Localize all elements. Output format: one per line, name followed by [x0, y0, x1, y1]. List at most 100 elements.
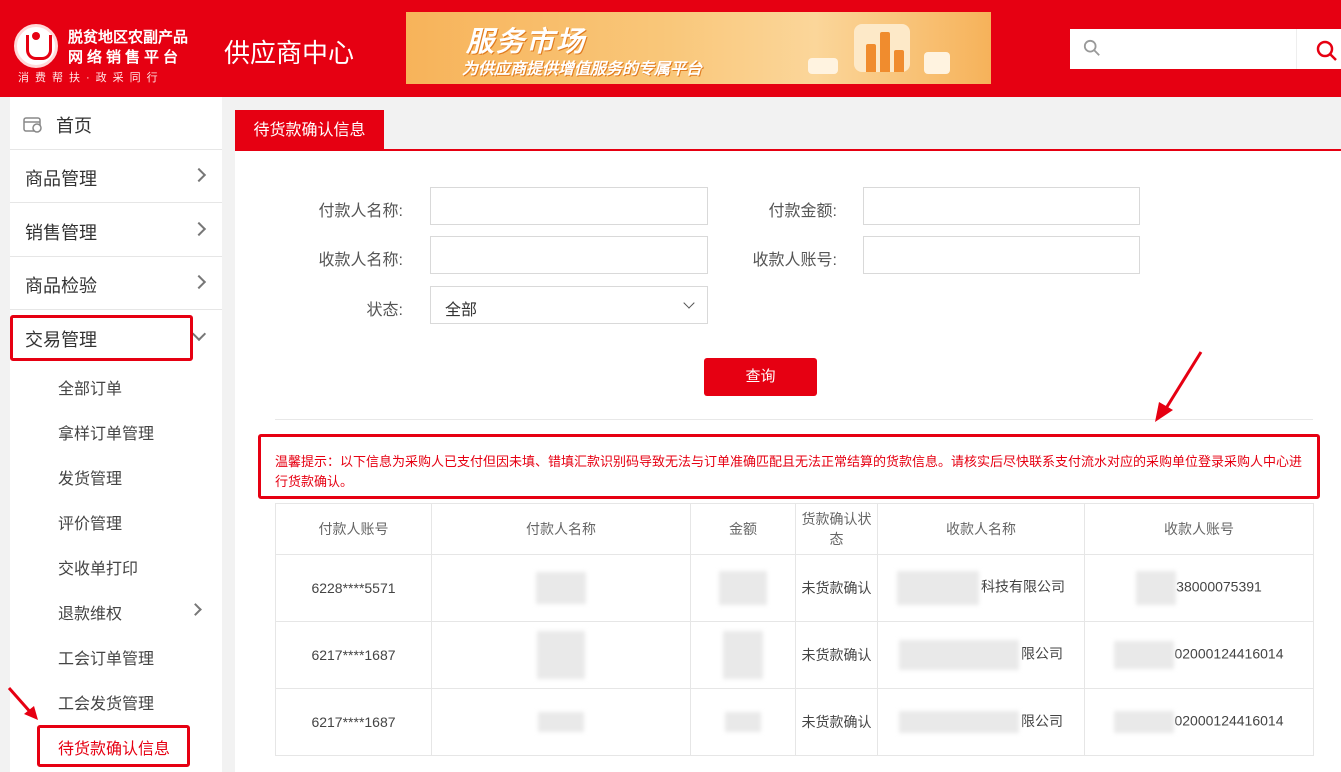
table-row[interactable]: 6217****1687 未货款确认 限公司 02000124416014 — [275, 688, 1314, 756]
search-icon — [1316, 40, 1337, 61]
query-button[interactable]: 查询 — [704, 358, 817, 396]
table-header-row: 付款人账号 付款人名称 金额 货款确认状态 收款人名称 收款人账号 — [275, 503, 1314, 555]
chevron-right-icon — [189, 603, 202, 616]
sidebar-subitem-label: 评价管理 — [58, 516, 123, 533]
sidebar-subitem-union-shipping[interactable]: 工会发货管理 — [10, 678, 222, 723]
cell-confirmation-status: 未货款确认 — [795, 554, 878, 622]
payment-amount-label: 付款金额: — [768, 203, 837, 220]
sidebar-subitem-all-orders[interactable]: 全部订单 — [10, 363, 222, 408]
redacted-block — [899, 711, 1019, 734]
column-header-confirmation-status: 货款确认状态 — [795, 503, 878, 555]
cell-payee-name: 科技有限公司 — [877, 554, 1085, 622]
sidebar-subitem-label: 发货管理 — [58, 471, 123, 488]
sidebar-subitem-delivery-print[interactable]: 交收单打印 — [10, 543, 222, 588]
redacted-block — [899, 640, 1019, 670]
banner-block-shape — [924, 52, 950, 74]
redacted-block — [1136, 571, 1177, 605]
cell-payer-name — [431, 621, 691, 689]
table-row[interactable]: 6228****5571 未货款确认 科技有限公司 38000075391 — [275, 554, 1314, 622]
payee-account-field[interactable] — [863, 236, 1140, 274]
home-icon — [23, 117, 42, 133]
sidebar-item-label: 销售管理 — [25, 223, 97, 243]
cell-payee-name-text: 限公司 — [1021, 645, 1063, 662]
redacted-block — [1114, 641, 1175, 669]
sidebar-item-product-inspection[interactable]: 商品检验 — [10, 257, 222, 310]
cell-payee-account-text: 02000124416014 — [1174, 645, 1284, 662]
sidebar-subitem-union-orders[interactable]: 工会订单管理 — [10, 633, 222, 678]
chevron-down-icon — [683, 297, 695, 309]
tab-bar: 待货款确认信息 — [235, 110, 1341, 151]
redacted-block — [1114, 711, 1175, 733]
search-button[interactable] — [1296, 29, 1341, 69]
banner-subtitle: 为供应商提供增值服务的专属平台 — [462, 61, 703, 78]
cell-payer-account: 6217****1687 — [275, 621, 432, 689]
sidebar-subitem-label: 交收单打印 — [58, 561, 139, 578]
payee-account-label: 收款人账号: — [752, 252, 837, 269]
cell-payee-account: 02000124416014 — [1084, 621, 1314, 689]
cell-payee-account: 38000075391 — [1084, 554, 1314, 622]
sidebar-item-product-management[interactable]: 商品管理 — [10, 150, 222, 203]
annotation-arrow-icon — [1155, 351, 1203, 422]
banner-bar-shape — [880, 32, 890, 72]
redacted-block — [719, 571, 767, 605]
redacted-block — [723, 631, 763, 679]
banner-bar-shape — [894, 50, 904, 72]
payee-name-field[interactable] — [430, 236, 708, 274]
chevron-right-icon — [191, 274, 207, 290]
service-market-banner[interactable]: 服务市场 为供应商提供增值服务的专属平台 — [406, 12, 991, 84]
chevron-down-icon — [191, 326, 207, 342]
sidebar-subitem-shipping[interactable]: 发货管理 — [10, 453, 222, 498]
sidebar-item-home[interactable]: 首页 — [10, 97, 222, 150]
chevron-right-icon — [191, 167, 207, 183]
tab-pending-payment-confirmation[interactable]: 待货款确认信息 — [235, 110, 384, 151]
sidebar-item-sales-management[interactable]: 销售管理 — [10, 204, 222, 257]
column-header-payer-account: 付款人账号 — [275, 503, 432, 555]
redacted-block — [536, 572, 586, 604]
annotation-arrow-icon — [7, 687, 38, 720]
logo-slogan: 消费帮扶·政采同行 — [18, 72, 164, 84]
column-header-payee-account: 收款人账号 — [1084, 503, 1314, 555]
banner-block-shape — [808, 58, 838, 74]
platform-logo[interactable]: 脱贫地区农副产品 网络销售平台 消费帮扶·政采同行 — [14, 20, 194, 86]
banner-illustration — [806, 18, 956, 82]
logo-emblem-icon — [14, 24, 58, 68]
sidebar-item-label: 首页 — [56, 116, 92, 136]
cell-payer-name — [431, 688, 691, 756]
column-header-payer-name: 付款人名称 — [431, 503, 691, 555]
sidebar-subitem-label: 工会订单管理 — [58, 651, 155, 668]
annotation-highlight-box — [258, 434, 1320, 499]
cell-amount — [690, 621, 796, 689]
redacted-block — [538, 712, 584, 732]
status-select[interactable]: 全部 — [430, 286, 708, 324]
redacted-block — [537, 631, 585, 679]
status-select-value: 全部 — [445, 302, 478, 319]
cell-payee-name: 限公司 — [877, 621, 1085, 689]
cell-payee-name-text: 限公司 — [1021, 712, 1063, 729]
column-header-payee-name: 收款人名称 — [877, 503, 1085, 555]
cell-amount — [690, 688, 796, 756]
payment-table: 付款人账号 付款人名称 金额 货款确认状态 收款人名称 收款人账号 6228**… — [275, 503, 1314, 756]
top-header: 脱贫地区农副产品 网络销售平台 消费帮扶·政采同行 供应商中心 服务市场 为供应… — [0, 0, 1341, 97]
cell-confirmation-status: 未货款确认 — [795, 688, 878, 756]
sidebar-subitem-refunds[interactable]: 退款维权 — [10, 588, 222, 633]
cell-payee-account: 02000124416014 — [1084, 688, 1314, 756]
cell-amount — [690, 554, 796, 622]
cell-payer-name — [431, 554, 691, 622]
cell-payer-account: 6228****5571 — [275, 554, 432, 622]
annotation-highlight-box — [37, 725, 190, 767]
logo-title-line2: 网络销售平台 — [68, 49, 183, 66]
sidebar-subitem-sample-orders[interactable]: 拿样订单管理 — [10, 408, 222, 453]
sidebar-subitem-label: 工会发货管理 — [58, 696, 155, 713]
payer-name-field[interactable] — [430, 187, 708, 225]
sidebar-subitem-reviews[interactable]: 评价管理 — [10, 498, 222, 543]
payment-amount-field[interactable] — [863, 187, 1140, 225]
search-icon — [1083, 39, 1100, 56]
sidebar-subitem-label: 全部订单 — [58, 381, 123, 398]
sidebar-item-label: 商品检验 — [25, 276, 97, 296]
payee-name-label: 收款人名称: — [318, 252, 403, 269]
payer-name-label: 付款人名称: — [318, 203, 403, 220]
cell-payer-account: 6217****1687 — [275, 688, 432, 756]
table-row[interactable]: 6217****1687 未货款确认 限公司 02000124416014 — [275, 621, 1314, 689]
main-panel: 待货款确认信息 付款人名称: 付款金额: 收款人名称: 收款人账号: 状态: 全… — [235, 110, 1341, 772]
cell-payee-account-text: 02000124416014 — [1174, 712, 1284, 729]
